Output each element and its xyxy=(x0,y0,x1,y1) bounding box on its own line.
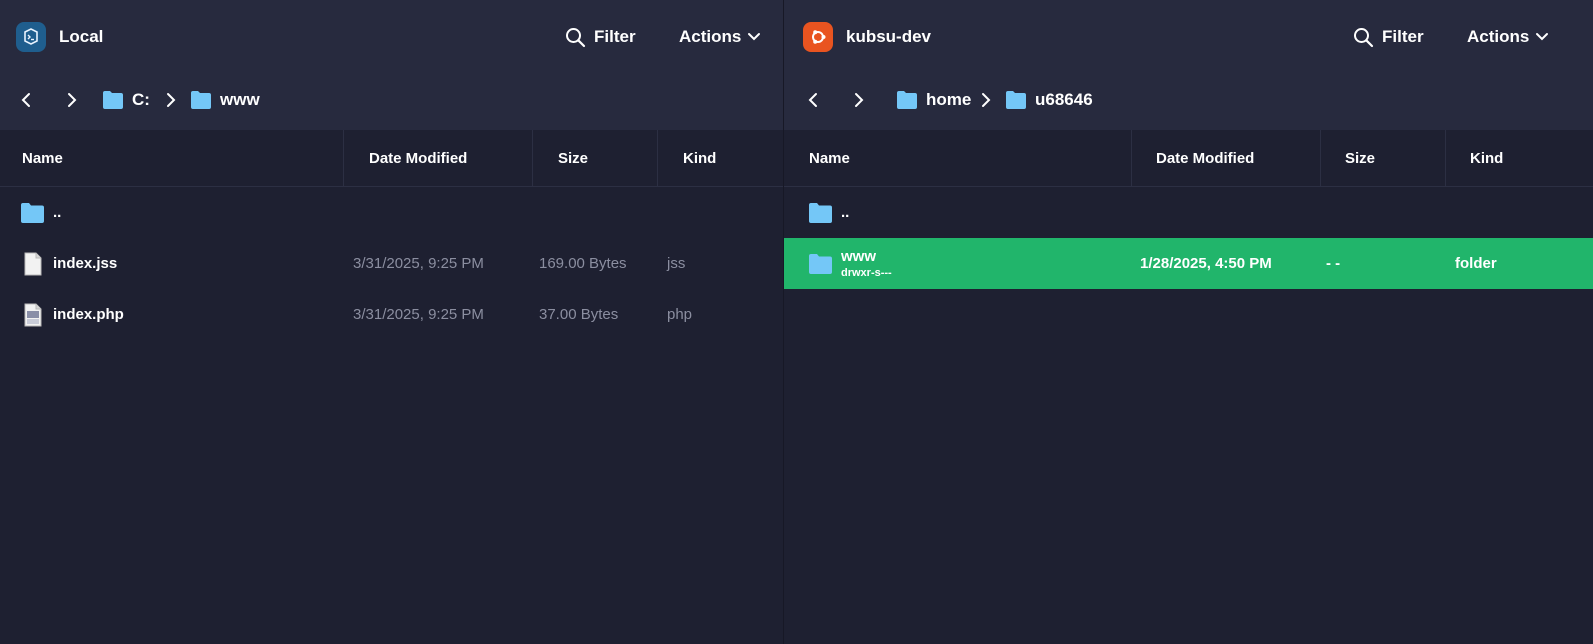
breadcrumb-item[interactable]: u68646 xyxy=(1005,88,1093,112)
actions-button[interactable]: Actions xyxy=(1467,24,1549,50)
folder-icon xyxy=(897,91,917,109)
size-cell: 169.00 Bytes xyxy=(539,255,627,272)
back-button[interactable] xyxy=(15,89,37,111)
name-cell: .. xyxy=(20,187,61,238)
column-divider xyxy=(1445,130,1446,186)
actions-label: Actions xyxy=(1467,27,1530,46)
remote-pane: kubsu-dev Filter Actions home u68646 Nam… xyxy=(783,0,1593,644)
file-row[interactable]: .. xyxy=(0,187,783,238)
date-cell: 3/31/2025, 9:25 PM xyxy=(353,255,484,272)
column-divider xyxy=(1320,130,1321,186)
chevron-right-icon xyxy=(855,93,864,107)
file-row[interactable]: index.jss 3/31/2025, 9:25 PM 169.00 Byte… xyxy=(0,238,783,289)
file-row[interactable]: index.php 3/31/2025, 9:25 PM 37.00 Bytes… xyxy=(0,289,783,340)
breadcrumb-item[interactable]: www xyxy=(190,88,260,112)
folder-icon xyxy=(103,91,123,109)
actions-button[interactable]: Actions xyxy=(679,24,761,50)
remote-header: kubsu-dev Filter Actions xyxy=(784,0,1593,72)
column-divider xyxy=(1131,130,1132,186)
breadcrumb-label: www xyxy=(220,90,260,109)
chevron-right-icon xyxy=(164,92,178,108)
filter-button[interactable]: Filter xyxy=(1353,24,1424,50)
chevron-down-icon xyxy=(1536,33,1549,41)
file-name: index.php xyxy=(53,306,124,323)
php-file-icon xyxy=(24,303,42,326)
actions-label: Actions xyxy=(679,27,742,46)
column-size[interactable]: Size xyxy=(1345,130,1375,186)
local-topbar: Local Filter Actions C: www xyxy=(0,0,783,130)
breadcrumb-label: C: xyxy=(132,90,150,109)
local-table-header: Name Date Modified Size Kind xyxy=(0,130,783,187)
column-kind[interactable]: Kind xyxy=(1470,130,1503,186)
column-date-modified[interactable]: Date Modified xyxy=(369,130,467,186)
name-cell: .. xyxy=(808,187,849,238)
column-divider xyxy=(343,130,344,186)
breadcrumb-label: home xyxy=(926,90,972,109)
file-icon xyxy=(24,252,42,275)
file-name: index.jss xyxy=(53,255,118,272)
name-cell: www drwxr-s--- xyxy=(808,238,892,289)
column-name[interactable]: Name xyxy=(809,130,850,186)
column-size[interactable]: Size xyxy=(558,130,588,186)
column-divider xyxy=(657,130,658,186)
chevron-right-icon xyxy=(68,93,77,107)
chevron-left-icon xyxy=(808,93,817,107)
host-name: kubsu-dev xyxy=(846,27,932,46)
file-name: .. xyxy=(841,204,850,221)
search-icon xyxy=(566,27,586,47)
file-row-selected[interactable]: www drwxr-s--- 1/28/2025, 4:50 PM - - fo… xyxy=(784,238,1593,289)
date-cell: 3/31/2025, 9:25 PM xyxy=(353,306,484,323)
filter-label: Filter xyxy=(594,27,636,46)
file-name: www xyxy=(841,248,877,265)
local-pane: Local Filter Actions C: www Name Date Mo… xyxy=(0,0,783,644)
folder-icon xyxy=(191,91,211,109)
search-icon xyxy=(1354,27,1374,47)
name-cell: index.php xyxy=(24,289,124,340)
chevron-down-icon xyxy=(748,33,761,41)
file-row[interactable]: .. xyxy=(784,187,1593,238)
forward-button[interactable] xyxy=(848,89,870,111)
breadcrumb-item[interactable]: C: xyxy=(102,88,150,112)
remote-table-header: Name Date Modified Size Kind xyxy=(784,130,1593,187)
name-cell: index.jss xyxy=(24,238,117,289)
terminal-icon xyxy=(16,22,46,52)
name-block: www drwxr-s--- xyxy=(841,248,892,279)
folder-icon xyxy=(809,253,832,274)
column-kind[interactable]: Kind xyxy=(683,130,716,186)
kind-cell: jss xyxy=(667,255,686,272)
back-button[interactable] xyxy=(802,89,824,111)
ubuntu-icon xyxy=(803,22,833,52)
remote-breadcrumb: home u68646 xyxy=(784,78,1593,122)
filter-label: Filter xyxy=(1382,27,1424,46)
sftp-app: Local Filter Actions C: www Name Date Mo… xyxy=(0,0,1593,644)
permissions-label: drwxr-s--- xyxy=(841,267,892,279)
forward-button[interactable] xyxy=(61,89,83,111)
date-cell: 1/28/2025, 4:50 PM xyxy=(1140,255,1272,272)
folder-icon xyxy=(809,202,832,223)
kind-cell: php xyxy=(667,306,693,323)
folder-icon xyxy=(1006,91,1026,109)
chevron-left-icon xyxy=(21,93,30,107)
local-breadcrumb: C: www xyxy=(0,78,783,122)
kind-cell: folder xyxy=(1455,255,1497,272)
remote-topbar: kubsu-dev Filter Actions home u68646 xyxy=(784,0,1593,130)
column-name[interactable]: Name xyxy=(22,130,63,186)
column-date-modified[interactable]: Date Modified xyxy=(1156,130,1254,186)
host-name: Local xyxy=(59,27,104,46)
file-name: .. xyxy=(53,204,62,221)
filter-button[interactable]: Filter xyxy=(565,24,636,50)
local-header: Local Filter Actions xyxy=(0,0,783,72)
chevron-right-icon xyxy=(979,92,993,108)
size-cell: - - xyxy=(1326,255,1341,272)
breadcrumb-label: u68646 xyxy=(1035,90,1093,109)
size-cell: 37.00 Bytes xyxy=(539,306,619,323)
column-divider xyxy=(532,130,533,186)
folder-icon xyxy=(21,202,44,223)
breadcrumb-item[interactable]: home xyxy=(896,88,971,112)
